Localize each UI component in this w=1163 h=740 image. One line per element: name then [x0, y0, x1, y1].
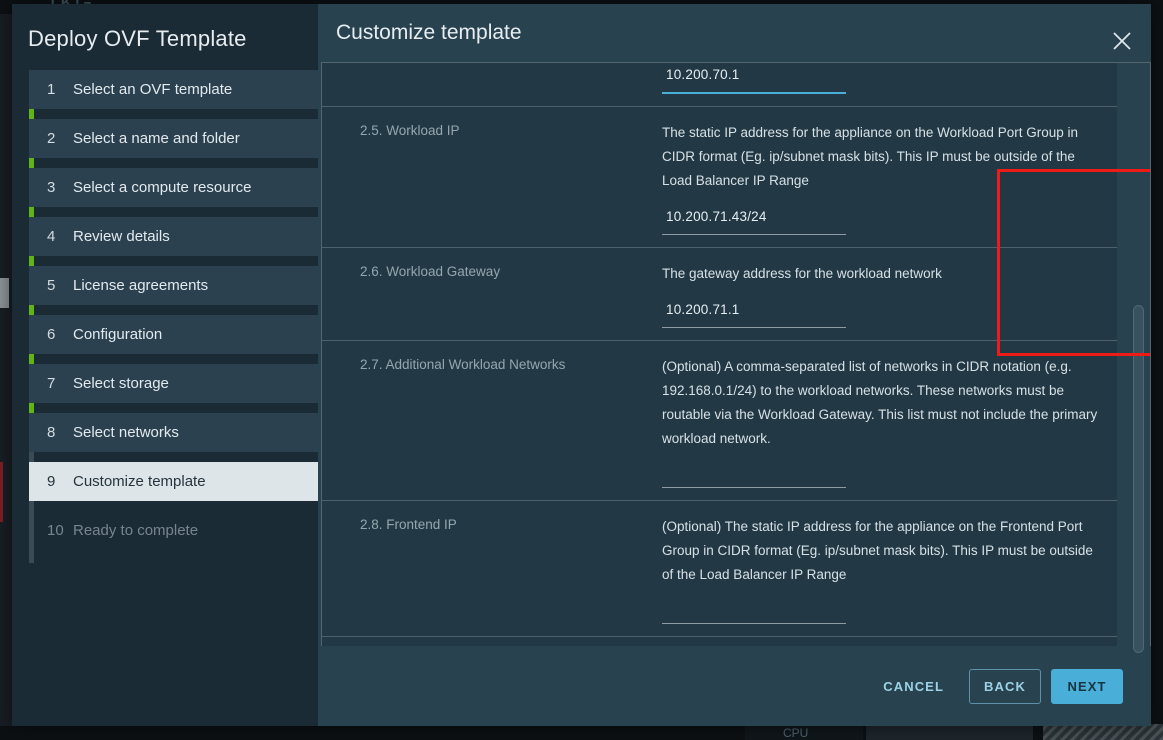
table-row: 2.7. Additional Workload Networks (Optio…: [322, 341, 1117, 502]
background-hatch-pattern: [1043, 724, 1163, 740]
setting-detail: The gateway address for the workload net…: [662, 248, 1117, 340]
setting-description: (Optional) The static IP address for the…: [662, 519, 1093, 583]
setting-label: 2.6. Workload Gateway: [360, 264, 501, 280]
sidebar-item-ready-to-complete[interactable]: 10 Ready to complete: [29, 511, 318, 550]
step-label: Select storage: [73, 375, 169, 392]
wizard-step-list: 1 Select an OVF template 2 Select a name…: [12, 70, 318, 563]
setting-detail: (Optional) The gateway address for the f…: [662, 637, 1117, 646]
scrollbar-thumb[interactable]: [1133, 305, 1144, 653]
table-row: 2.5. Workload IP The static IP address f…: [322, 107, 1117, 249]
sidebar-item-select-networks[interactable]: 8 Select networks: [29, 413, 318, 452]
content-header: Customize template: [318, 4, 1151, 62]
page-title: Customize template: [336, 21, 522, 44]
step-number: 6: [47, 326, 56, 343]
table-row: 2.6. Workload Gateway The gateway addres…: [322, 248, 1117, 342]
sidebar-item-select-ovf-template[interactable]: 1 Select an OVF template: [29, 70, 318, 109]
setting-label: [322, 63, 662, 106]
table-row: g y pp 10.200.70.1: [322, 63, 1117, 108]
sidebar-item-configuration[interactable]: 6 Configuration: [29, 315, 318, 354]
setting-input-additional-workload-networks[interactable]: [662, 485, 846, 489]
setting-input-workload-ip[interactable]: 10.200.71.43/24: [662, 205, 846, 236]
setting-description: The gateway address for the workload net…: [662, 266, 942, 282]
setting-detail: g y pp 10.200.70.1: [662, 63, 1117, 106]
step-label: Ready to complete: [73, 522, 199, 539]
step-label: Select networks: [73, 424, 179, 441]
next-button[interactable]: NEXT: [1051, 668, 1123, 704]
setting-detail: The static IP address for the appliance …: [662, 107, 1117, 247]
setting-label: 2.9. Frontend Gateway: [322, 637, 662, 646]
step-number: 8: [47, 424, 56, 441]
cancel-button[interactable]: CANCEL: [868, 669, 959, 704]
sidebar-item-license-agreements[interactable]: 5 License agreements: [29, 266, 318, 305]
close-icon[interactable]: [1109, 28, 1135, 54]
setting-input-partial-top[interactable]: 10.200.70.1: [662, 63, 846, 95]
sidebar-item-select-name-and-folder[interactable]: 2 Select a name and folder: [29, 119, 318, 158]
step-label: License agreements: [73, 277, 209, 294]
step-number: 5: [47, 277, 56, 294]
step-label: Customize template: [73, 473, 206, 490]
dialog-footer: CANCEL BACK NEXT: [318, 646, 1151, 726]
step-number: 3: [47, 179, 56, 196]
step-number: 9: [47, 473, 56, 490]
wizard-sidebar: Deploy OVF Template 1 Select an OVF temp…: [12, 4, 318, 726]
step-number: 1: [47, 81, 56, 98]
background-red-marker: [0, 462, 3, 522]
back-button[interactable]: BACK: [969, 668, 1041, 704]
step-label: Configuration: [73, 326, 163, 343]
sidebar-item-select-storage[interactable]: 7 Select storage: [29, 364, 318, 403]
step-number: 7: [47, 375, 56, 392]
sidebar-item-customize-template[interactable]: 9 Customize template: [29, 462, 318, 501]
setting-label: 2.8. Frontend IP: [360, 517, 457, 533]
settings-table: g y pp 10.200.70.1 2.5. Workload IP The …: [322, 63, 1117, 646]
background-cpu-label: CPU: [783, 726, 809, 740]
dialog-title: Deploy OVF Template: [28, 26, 247, 51]
setting-input-workload-gateway[interactable]: 10.200.71.1: [662, 298, 846, 329]
deploy-ovf-template-dialog: Deploy OVF Template 1 Select an OVF temp…: [12, 4, 1151, 726]
sidebar-item-select-compute-resource[interactable]: 3 Select a compute resource: [29, 168, 318, 207]
background-left-tab-handle: [0, 278, 9, 308]
table-row: 2.8. Frontend IP (Optional) The static I…: [322, 501, 1117, 638]
content-panel: Customize template g y pp 10.200.70.1: [318, 4, 1151, 726]
background-cpu-bar: [866, 724, 1033, 740]
step-number: 10: [47, 522, 64, 539]
step-number: 2: [47, 130, 56, 147]
step-label: Select a compute resource: [73, 179, 252, 196]
sidebar-item-review-details[interactable]: 4 Review details: [29, 217, 318, 256]
step-number: 4: [47, 228, 56, 245]
vertical-scrollbar[interactable]: [1131, 62, 1145, 653]
step-label: Review details: [73, 228, 170, 245]
table-row: 2.9. Frontend Gateway (Optional) The gat…: [322, 637, 1117, 646]
setting-input-frontend-ip[interactable]: [662, 621, 846, 625]
setting-label: 2.5. Workload IP: [360, 123, 460, 139]
setting-description: The static IP address for the appliance …: [662, 125, 1078, 189]
setting-detail: (Optional) The static IP address for the…: [662, 501, 1117, 636]
step-label: Select an OVF template: [73, 81, 233, 98]
step-label: Select a name and folder: [73, 130, 240, 147]
settings-scroll-area[interactable]: g y pp 10.200.70.1 2.5. Workload IP The …: [321, 62, 1151, 646]
setting-description: (Optional) A comma-separated list of net…: [662, 359, 1098, 447]
setting-label: 2.7. Additional Workload Networks: [360, 357, 566, 373]
setting-detail: (Optional) A comma-separated list of net…: [662, 341, 1117, 500]
